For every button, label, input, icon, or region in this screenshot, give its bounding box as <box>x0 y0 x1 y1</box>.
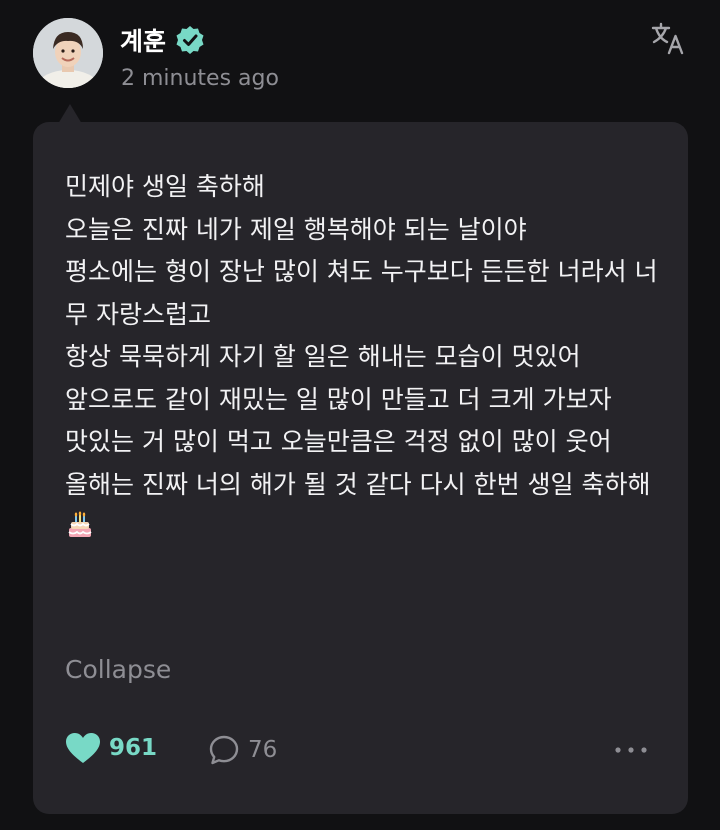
like-count: 961 <box>109 735 158 761</box>
author-name[interactable]: 계훈 <box>120 22 166 58</box>
avatar[interactable] <box>33 18 103 88</box>
translate-icon[interactable] <box>649 20 687 58</box>
verified-badge-icon <box>174 24 206 56</box>
more-options-icon[interactable] <box>612 738 652 762</box>
like-button[interactable]: 961 <box>65 732 157 764</box>
bubble-tail <box>58 104 82 124</box>
birthday-cake-icon <box>65 510 95 540</box>
comment-button[interactable]: 76 <box>208 734 277 766</box>
collapse-button[interactable]: Collapse <box>65 655 171 684</box>
post-header: 계훈 2 minutes ago <box>0 0 720 110</box>
message-text: 민제야 생일 축하해 오늘은 진짜 네가 제일 행복해야 되는 날이야 평소에는… <box>65 166 665 549</box>
comment-icon <box>209 735 239 765</box>
message-body: 민제야 생일 축하해 오늘은 진짜 네가 제일 행복해야 되는 날이야 평소에는… <box>65 172 658 499</box>
avatar-image <box>33 18 103 88</box>
comment-count: 76 <box>248 737 278 763</box>
heart-icon <box>66 733 100 763</box>
timestamp: 2 minutes ago <box>121 66 279 91</box>
author-row: 계훈 <box>120 22 206 58</box>
